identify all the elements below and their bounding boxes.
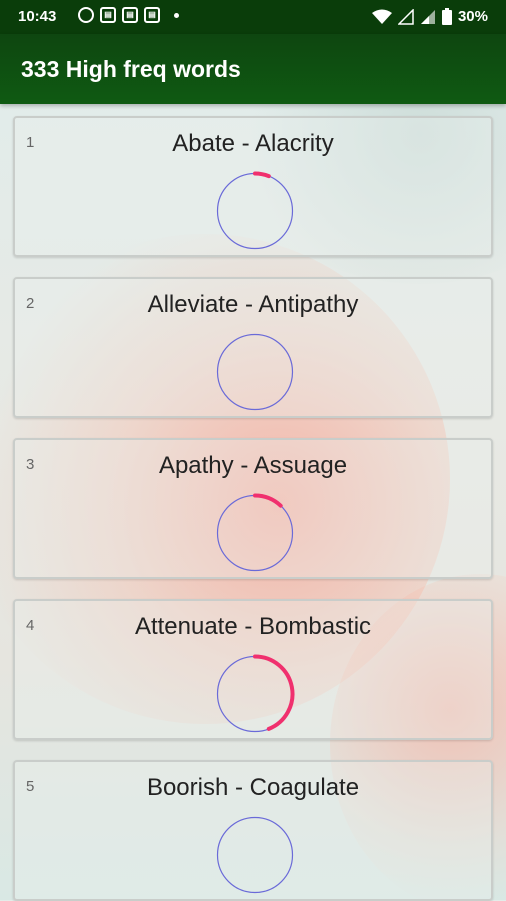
word-card[interactable]: 2 Alleviate - Antipathy — [13, 277, 493, 418]
signal-icon — [420, 9, 435, 24]
status-bar: 10:43 ▤ ▤ ▤ 30% — [0, 0, 506, 34]
card-title: Attenuate - Bombastic — [134, 613, 372, 640]
battery-icon — [441, 8, 452, 25]
notification-icons: ▤ ▤ ▤ — [78, 7, 179, 23]
wifi-icon — [371, 9, 392, 24]
signal-icon — [397, 8, 414, 25]
card-title: Alleviate - Antipathy — [147, 291, 359, 318]
ring-outline — [216, 172, 294, 250]
word-card[interactable]: 1 Abate - Alacrity — [13, 116, 493, 257]
status-time: 10:43 — [18, 8, 57, 25]
ring-outline — [216, 816, 294, 894]
progress-ring — [216, 654, 295, 733]
notification-app-icon: ▤ — [144, 7, 160, 23]
progress-ring — [216, 171, 294, 250]
battery-level: 30% — [457, 8, 488, 25]
more-notifications-icon — [174, 12, 179, 18]
card-title: Apathy - Assuage — [158, 452, 348, 479]
system-icons: 30% — [371, 8, 488, 25]
progress-ring — [216, 493, 294, 572]
progress-ring — [216, 333, 294, 411]
whatsapp-icon — [78, 7, 94, 23]
word-card[interactable]: 5 Boorish - Coagulate — [13, 760, 493, 901]
card-title: Abate - Alacrity — [172, 130, 334, 157]
card-title: Boorish - Coagulate — [146, 774, 360, 801]
notification-app-icon: ▤ — [122, 7, 138, 23]
progress-arc — [253, 654, 295, 731]
progress-ring — [216, 816, 294, 894]
progress-arc — [253, 171, 271, 179]
ring-outline — [216, 333, 294, 411]
word-card[interactable]: 4 Attenuate - Bombastic — [13, 599, 493, 740]
app-bar: 333 High freq words — [0, 34, 506, 104]
app-title: 333 High freq words — [21, 56, 241, 82]
word-card[interactable]: 3 Apathy - Assuage — [13, 438, 493, 579]
progress-arc — [253, 493, 283, 508]
notification-app-icon: ▤ — [100, 7, 116, 23]
